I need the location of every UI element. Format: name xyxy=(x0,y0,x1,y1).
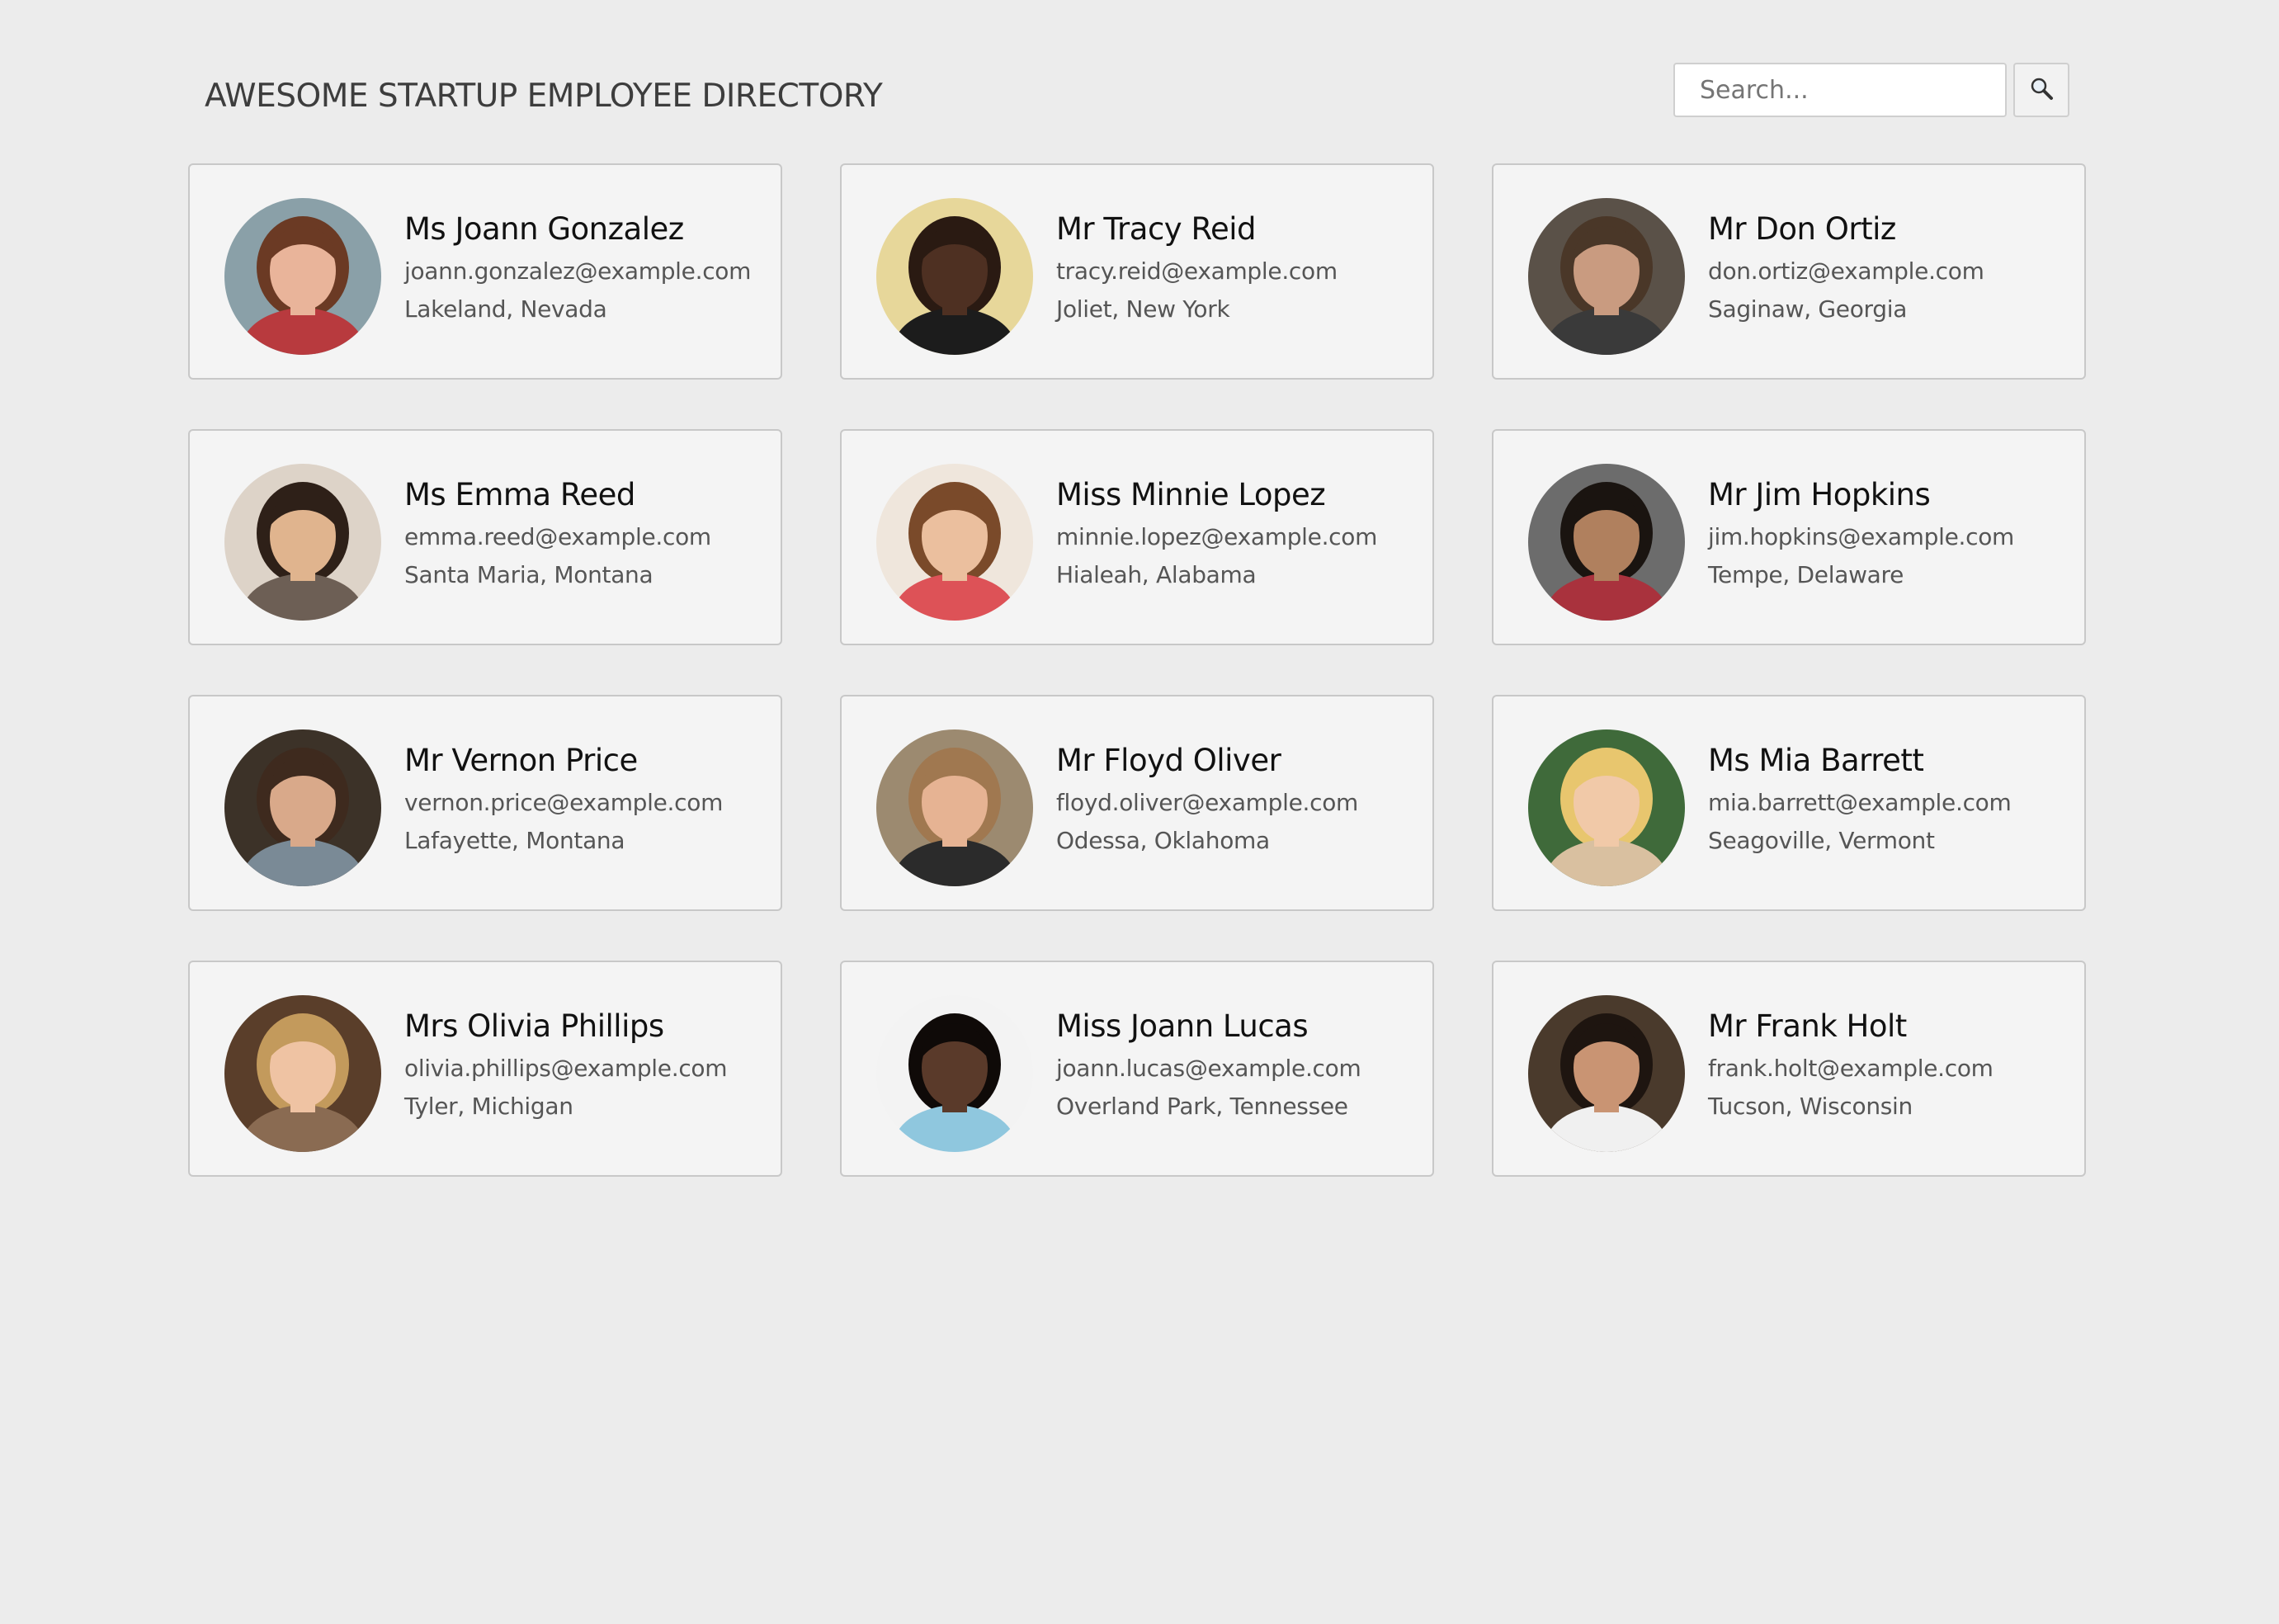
employee-card[interactable]: Ms Emma Reed emma.reed@example.com Santa… xyxy=(188,429,782,645)
employee-grid: Ms Joann Gonzalez joann.gonzalez@example… xyxy=(188,163,2086,1177)
employee-email: olivia.phillips@example.com xyxy=(404,1055,728,1083)
employee-name: Mr Don Ortiz xyxy=(1708,211,1896,247)
employee-info: Ms Mia Barrett mia.barrett@example.com S… xyxy=(1708,743,2068,860)
employee-card[interactable]: Mr Floyd Oliver floyd.oliver@example.com… xyxy=(840,695,1434,911)
employee-avatar xyxy=(224,464,381,621)
employee-location: Hialeah, Alabama xyxy=(1056,561,1257,589)
employee-location: Seagoville, Vermont xyxy=(1708,827,1935,855)
employee-email: emma.reed@example.com xyxy=(404,523,711,551)
employee-name: Ms Emma Reed xyxy=(404,477,635,512)
employee-info: Miss Joann Lucas joann.lucas@example.com… xyxy=(1056,1008,1416,1126)
employee-email: minnie.lopez@example.com xyxy=(1056,523,1378,551)
employee-avatar xyxy=(876,995,1033,1152)
search-input[interactable] xyxy=(1673,63,2007,117)
employee-email: mia.barrett@example.com xyxy=(1708,789,2012,817)
employee-card[interactable]: Mr Don Ortiz don.ortiz@example.com Sagin… xyxy=(1492,163,2086,380)
employee-email: frank.holt@example.com xyxy=(1708,1055,1994,1083)
employee-card[interactable]: Mrs Olivia Phillips olivia.phillips@exam… xyxy=(188,961,782,1177)
avatar-portrait xyxy=(876,198,1033,355)
avatar-portrait xyxy=(1528,198,1685,355)
avatar-portrait xyxy=(1528,995,1685,1152)
employee-email: don.ortiz@example.com xyxy=(1708,257,1984,286)
employee-avatar xyxy=(876,464,1033,621)
employee-card[interactable]: Mr Vernon Price vernon.price@example.com… xyxy=(188,695,782,911)
employee-avatar xyxy=(224,198,381,355)
employee-info: Mr Vernon Price vernon.price@example.com… xyxy=(404,743,764,860)
search-icon xyxy=(2028,76,2055,105)
employee-location: Lakeland, Nevada xyxy=(404,295,607,323)
avatar-portrait xyxy=(876,729,1033,886)
employee-location: Tempe, Delaware xyxy=(1708,561,1904,589)
search-button[interactable] xyxy=(2013,63,2069,117)
employee-card[interactable]: Mr Frank Holt frank.holt@example.com Tuc… xyxy=(1492,961,2086,1177)
avatar-portrait xyxy=(224,995,381,1152)
avatar-portrait xyxy=(876,464,1033,621)
employee-info: Mrs Olivia Phillips olivia.phillips@exam… xyxy=(404,1008,764,1126)
employee-name: Mr Frank Holt xyxy=(1708,1008,1907,1044)
employee-card[interactable]: Ms Mia Barrett mia.barrett@example.com S… xyxy=(1492,695,2086,911)
employee-avatar xyxy=(224,729,381,886)
employee-location: Overland Park, Tennessee xyxy=(1056,1093,1348,1121)
employee-avatar xyxy=(1528,464,1685,621)
employee-card[interactable]: Mr Tracy Reid tracy.reid@example.com Jol… xyxy=(840,163,1434,380)
employee-name: Mr Jim Hopkins xyxy=(1708,477,1931,512)
employee-email: floyd.oliver@example.com xyxy=(1056,789,1359,817)
employee-avatar xyxy=(1528,729,1685,886)
employee-avatar xyxy=(1528,995,1685,1152)
employee-card[interactable]: Miss Joann Lucas joann.lucas@example.com… xyxy=(840,961,1434,1177)
avatar-portrait xyxy=(1528,729,1685,886)
employee-location: Odessa, Oklahoma xyxy=(1056,827,1270,855)
employee-location: Tucson, Wisconsin xyxy=(1708,1093,1913,1121)
avatar-portrait xyxy=(224,729,381,886)
employee-location: Tyler, Michigan xyxy=(404,1093,573,1121)
employee-email: jim.hopkins@example.com xyxy=(1708,523,2015,551)
employee-email: joann.lucas@example.com xyxy=(1056,1055,1361,1083)
employee-email: joann.gonzalez@example.com xyxy=(404,257,752,286)
employee-info: Mr Floyd Oliver floyd.oliver@example.com… xyxy=(1056,743,1416,860)
avatar-portrait xyxy=(876,995,1033,1152)
employee-email: vernon.price@example.com xyxy=(404,789,724,817)
employee-name: Ms Joann Gonzalez xyxy=(404,211,684,247)
employee-info: Mr Frank Holt frank.holt@example.com Tuc… xyxy=(1708,1008,2068,1126)
employee-name: Mr Vernon Price xyxy=(404,743,638,778)
page-title: AWESOME STARTUP EMPLOYEE DIRECTORY xyxy=(205,78,883,115)
employee-avatar xyxy=(876,729,1033,886)
employee-location: Saginaw, Georgia xyxy=(1708,295,1908,323)
employee-card[interactable]: Ms Joann Gonzalez joann.gonzalez@example… xyxy=(188,163,782,380)
avatar-portrait xyxy=(224,464,381,621)
employee-name: Mr Floyd Oliver xyxy=(1056,743,1281,778)
page-header: AWESOME STARTUP EMPLOYEE DIRECTORY xyxy=(205,63,2069,117)
employee-card[interactable]: Mr Jim Hopkins jim.hopkins@example.com T… xyxy=(1492,429,2086,645)
employee-info: Mr Jim Hopkins jim.hopkins@example.com T… xyxy=(1708,477,2068,594)
employee-location: Lafayette, Montana xyxy=(404,827,625,855)
employee-email: tracy.reid@example.com xyxy=(1056,257,1338,286)
employee-avatar xyxy=(1528,198,1685,355)
employee-avatar xyxy=(224,995,381,1152)
employee-name: Mr Tracy Reid xyxy=(1056,211,1257,247)
employee-card[interactable]: Miss Minnie Lopez minnie.lopez@example.c… xyxy=(840,429,1434,645)
employee-name: Ms Mia Barrett xyxy=(1708,743,1924,778)
employee-info: Miss Minnie Lopez minnie.lopez@example.c… xyxy=(1056,477,1416,594)
employee-info: Mr Tracy Reid tracy.reid@example.com Jol… xyxy=(1056,211,1416,328)
employee-name: Mrs Olivia Phillips xyxy=(404,1008,664,1044)
employee-name: Miss Minnie Lopez xyxy=(1056,477,1326,512)
employee-avatar xyxy=(876,198,1033,355)
avatar-portrait xyxy=(1528,464,1685,621)
employee-location: Santa Maria, Montana xyxy=(404,561,654,589)
employee-name: Miss Joann Lucas xyxy=(1056,1008,1309,1044)
search-bar xyxy=(1673,63,2069,117)
employee-info: Ms Joann Gonzalez joann.gonzalez@example… xyxy=(404,211,764,328)
employee-location: Joliet, New York xyxy=(1056,295,1230,323)
employee-info: Ms Emma Reed emma.reed@example.com Santa… xyxy=(404,477,764,594)
avatar-portrait xyxy=(224,198,381,355)
employee-info: Mr Don Ortiz don.ortiz@example.com Sagin… xyxy=(1708,211,2068,328)
